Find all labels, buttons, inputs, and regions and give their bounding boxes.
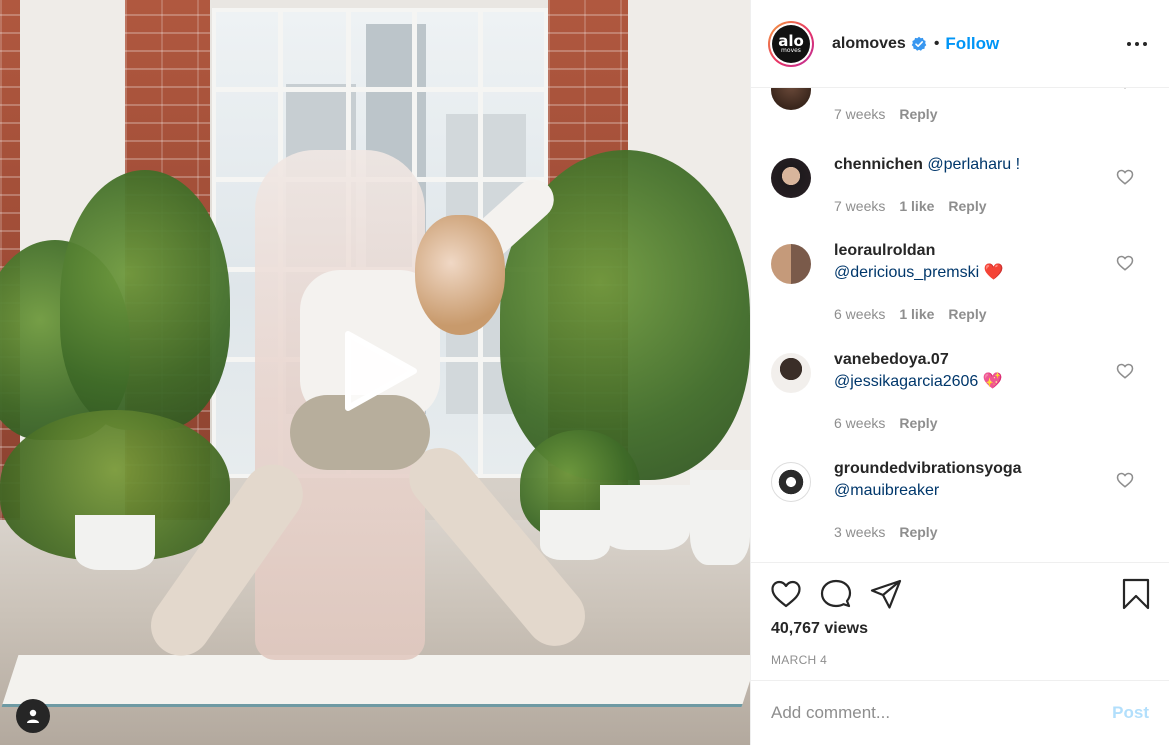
plant [60, 170, 230, 430]
comments-list: 7 weeks Reply chennichen @perlaharu ! 7 w… [751, 88, 1169, 562]
comment-meta: 6 weeks 1 like Reply [834, 306, 1001, 322]
heart-icon[interactable] [1116, 362, 1134, 380]
post-actions: 40,767 views MARCH 4 [751, 562, 1169, 680]
logo-subtext: moves [781, 46, 801, 54]
post-button[interactable]: Post [1112, 703, 1149, 723]
follow-button[interactable]: Follow [945, 34, 999, 54]
alo-logo: alo moves [772, 24, 810, 63]
comment-username[interactable]: groundedvibrationsyoga [834, 460, 1022, 477]
heart-icon[interactable] [1116, 168, 1134, 186]
more-options-icon[interactable] [1125, 32, 1149, 56]
bookmark-icon[interactable] [1120, 578, 1152, 610]
plant-pot [75, 515, 155, 570]
post-side-panel: alo moves alomoves • Follow 7 weeks Reply [750, 0, 1169, 745]
comment-text: leoraulroldan @dericious_premski ❤️ [834, 240, 1104, 284]
comment-age: 6 weeks [834, 306, 886, 322]
reply-button[interactable]: Reply [899, 106, 937, 122]
comment-content[interactable]: @jessikagarcia2606 💖 [834, 373, 1003, 390]
avatar[interactable] [771, 158, 811, 198]
comment-meta: 3 weeks Reply [834, 524, 951, 540]
comment-text: vanebedoya.07 @jessikagarcia2606 💖 [834, 349, 1104, 393]
reply-button[interactable]: Reply [948, 306, 986, 322]
comment-meta: 6 weeks Reply [834, 415, 951, 431]
comment-icon[interactable] [820, 578, 852, 610]
post-date[interactable]: MARCH 4 [771, 653, 827, 667]
comment-content[interactable]: @dericious_premski ❤️ [834, 264, 1004, 281]
plant-pot [540, 510, 610, 560]
avatar[interactable] [771, 462, 811, 502]
comment-content[interactable]: @mauibreaker [834, 482, 939, 499]
yoga-mat [1, 655, 750, 707]
plant-pot [690, 470, 750, 565]
avatar[interactable] [771, 353, 811, 393]
comment-age: 7 weeks [834, 106, 886, 122]
comment-meta: 7 weeks Reply [834, 106, 951, 122]
comment-meta: 7 weeks 1 like Reply [834, 198, 1001, 214]
comment-text: groundedvibrationsyoga @mauibreaker [834, 458, 1104, 502]
verified-badge-icon [911, 36, 927, 51]
reply-button[interactable]: Reply [899, 415, 937, 431]
heart-icon[interactable] [1116, 254, 1134, 272]
avatar[interactable]: alo moves [768, 20, 814, 67]
student-head [415, 215, 505, 335]
header-separator: • [933, 34, 940, 52]
logo-text: alo [778, 31, 804, 50]
view-count[interactable]: 40,767 views [771, 620, 868, 638]
comment-username[interactable]: chennichen [834, 156, 923, 173]
comment-content[interactable]: @perlaharu ! [927, 156, 1020, 173]
heart-icon[interactable] [770, 578, 802, 610]
comment-text: chennichen @perlaharu ! [834, 154, 1104, 176]
post-header: alo moves alomoves • Follow [751, 0, 1169, 88]
reply-button[interactable]: Reply [899, 524, 937, 540]
comment-username[interactable]: leoraulroldan [834, 242, 935, 259]
post-video[interactable] [0, 0, 750, 745]
plant-pot [600, 485, 690, 550]
comment-username[interactable]: vanebedoya.07 [834, 351, 949, 368]
user-tag-icon[interactable] [16, 699, 50, 733]
add-comment-bar: Post [751, 680, 1169, 745]
heart-icon[interactable] [1116, 471, 1134, 489]
reply-button[interactable]: Reply [948, 198, 986, 214]
comment-age: 6 weeks [834, 415, 886, 431]
account-username[interactable]: alomoves [832, 35, 906, 53]
play-icon[interactable] [336, 328, 422, 414]
comment-age: 3 weeks [834, 524, 886, 540]
avatar[interactable] [771, 88, 811, 110]
comment-likes[interactable]: 1 like [899, 198, 934, 214]
comment-input[interactable] [771, 703, 1091, 723]
heart-icon[interactable] [1116, 88, 1134, 90]
share-icon[interactable] [870, 578, 902, 610]
comment-likes[interactable]: 1 like [899, 306, 934, 322]
comment-age: 7 weeks [834, 198, 886, 214]
avatar[interactable] [771, 244, 811, 284]
